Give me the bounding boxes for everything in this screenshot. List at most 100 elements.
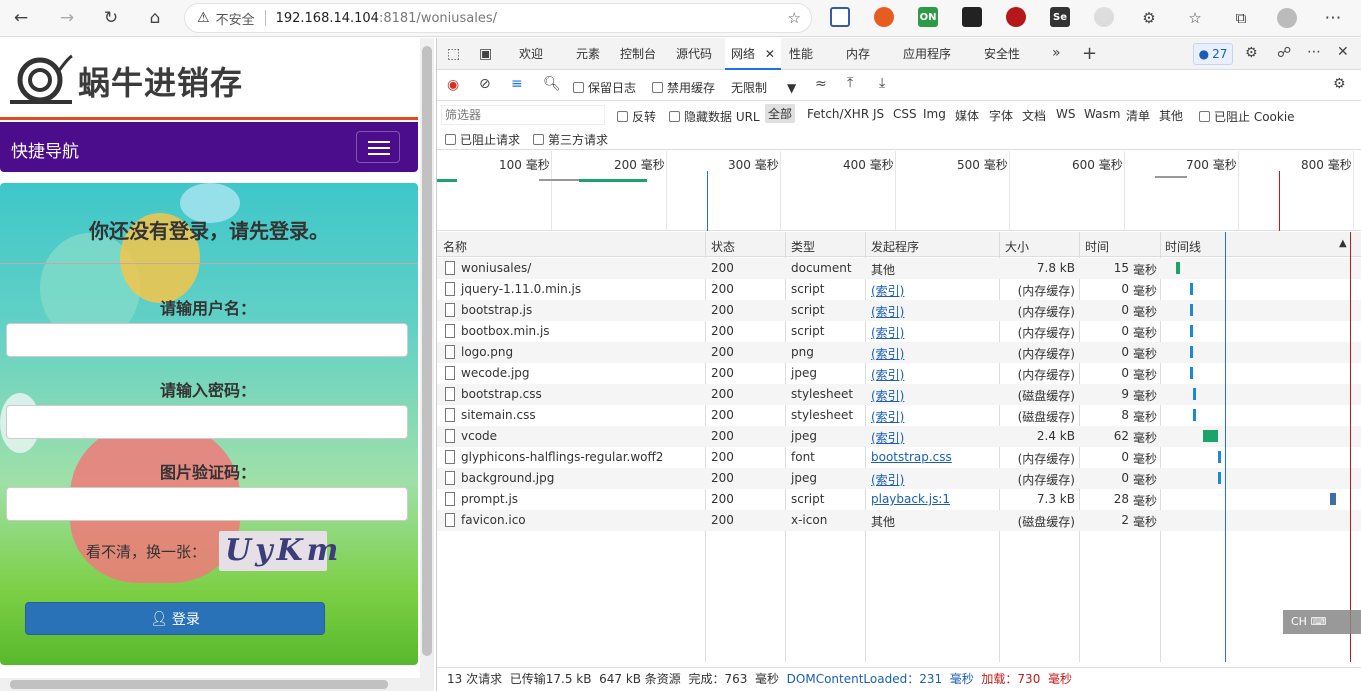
username-input[interactable] — [6, 323, 408, 357]
issues-badge[interactable]: ● 27 — [1193, 43, 1233, 65]
user-flow-icon[interactable]: ☍ — [1277, 45, 1291, 61]
filter-type-all[interactable]: 全部 — [765, 104, 796, 123]
tab-console[interactable]: 控制台 — [620, 38, 656, 70]
waterfall-bar[interactable] — [1218, 472, 1222, 484]
password-input[interactable] — [6, 405, 408, 439]
filter-type-manifest[interactable]: 清单 — [1126, 107, 1150, 124]
column-initiator[interactable]: 发起程序 — [871, 238, 919, 255]
table-row[interactable]: woniusales/200 document 其他 7.8 kB 15 毫秒 — [437, 258, 1361, 279]
blocked-cookies-checkbox[interactable]: 已阻止 Cookie — [1199, 108, 1295, 125]
tab-memory[interactable]: 内存 — [846, 38, 870, 70]
record-stop-icon[interactable]: ◉ — [447, 77, 459, 93]
column-time[interactable]: 时间 — [1085, 238, 1109, 255]
column-waterfall[interactable]: 时间线 — [1165, 238, 1201, 255]
security-label[interactable]: 不安全 — [216, 9, 255, 28]
waterfall-bar[interactable] — [1192, 388, 1197, 400]
tab-sources[interactable]: 源代码 — [676, 38, 712, 70]
network-overview[interactable]: 100 毫秒 200 毫秒 300 毫秒 400 毫秒 500 毫秒 600 毫… — [437, 151, 1361, 231]
filter-input[interactable]: 筛选器 — [441, 105, 605, 125]
tab-welcome[interactable]: 欢迎 — [519, 38, 543, 70]
tab-network[interactable]: 网络 ✕ — [725, 38, 781, 70]
collections-icon[interactable]: ⧉ — [1228, 5, 1254, 31]
table-row[interactable]: bootbox.min.js 200 script (索引) (内存缓存) 0 毫秒 — [437, 321, 1361, 342]
fox-extension-icon[interactable] — [874, 7, 894, 27]
preserve-log-checkbox[interactable]: 保留日志 — [573, 79, 636, 96]
page-horizontal-scrollbar[interactable] — [0, 678, 434, 691]
tab-security[interactable]: 安全性 — [984, 38, 1020, 70]
request-initiator[interactable]: (索引) — [871, 471, 904, 488]
more-tabs-icon[interactable]: » — [1052, 45, 1061, 61]
import-har-icon[interactable]: ⤒ — [847, 75, 853, 91]
tab-elements[interactable]: 元素 — [576, 38, 600, 70]
home-icon[interactable]: ⌂ — [142, 5, 168, 31]
export-har-icon[interactable]: ⤓ — [879, 75, 885, 91]
sort-ascending-icon[interactable]: ▲ — [1339, 238, 1347, 249]
filter-type-doc[interactable]: 文档 — [1022, 107, 1046, 124]
more-options-icon[interactable]: ⋯ — [1307, 44, 1321, 60]
close-tab-icon[interactable]: ✕ — [765, 47, 775, 61]
back-arrow-icon[interactable]: ← — [8, 5, 34, 31]
table-row[interactable]: background.jpg 200 jpeg (索引) (内存缓存) 0 毫秒 — [437, 468, 1361, 489]
filter-type-js[interactable]: JS — [873, 107, 884, 121]
invert-checkbox[interactable]: 反转 — [617, 108, 656, 125]
ime-language-indicator[interactable]: CH ⌨ — [1283, 610, 1361, 634]
ublock-extension-icon[interactable] — [1006, 7, 1026, 27]
network-settings-gear-icon[interactable]: ⚙ — [1333, 76, 1346, 92]
filter-type-media[interactable]: 媒体 — [955, 107, 979, 124]
filter-type-css[interactable]: CSS — [893, 107, 917, 121]
clear-icon[interactable]: ⊘ — [479, 76, 491, 92]
more-menu-icon[interactable]: ⋯ — [1320, 5, 1346, 31]
table-row[interactable]: bootstrap.css 200 stylesheet (索引) (磁盘缓存) 9 毫秒 — [437, 384, 1361, 405]
request-initiator[interactable]: playback.js:1 — [871, 492, 950, 506]
favorite-star-icon[interactable]: ☆ — [788, 9, 801, 27]
request-initiator[interactable]: (索引) — [871, 345, 904, 362]
request-initiator[interactable]: (索引) — [871, 303, 904, 320]
on-extension-icon[interactable]: ON — [918, 7, 938, 27]
profile-avatar-icon[interactable] — [1274, 5, 1300, 31]
selenium-extension-icon[interactable]: Se — [1050, 7, 1070, 27]
nav-title[interactable]: 快捷导航 — [11, 137, 79, 162]
compass-extension-icon[interactable] — [1094, 7, 1114, 27]
favorites-icon[interactable]: ☆ — [1182, 5, 1208, 31]
table-row[interactable]: glyphicons-halflings-regular.woff2 200 fon… — [437, 447, 1361, 468]
filter-type-wasm[interactable]: Wasm — [1084, 107, 1120, 121]
table-row[interactable]: vcode 200 jpeg (索引) 2.4 kB 62 毫秒 — [437, 426, 1361, 447]
tab-performance[interactable]: 性能 — [789, 38, 813, 70]
page-hscroll-thumb[interactable] — [10, 680, 388, 689]
address-bar[interactable]: ⚠ 不安全 192.168.14.104:8181/woniusales/ ☆ — [184, 3, 812, 33]
request-initiator[interactable]: (索引) — [871, 324, 904, 341]
filter-type-other[interactable]: 其他 — [1159, 107, 1183, 124]
column-status[interactable]: 状态 — [711, 238, 735, 255]
page-vertical-scrollbar[interactable] — [420, 38, 434, 678]
request-initiator[interactable]: (索引) — [871, 429, 904, 446]
filter-type-xhr[interactable]: Fetch/XHR — [807, 107, 869, 121]
search-icon[interactable]: 🔍︎ — [543, 76, 561, 92]
request-initiator[interactable]: bootstrap.css — [871, 450, 952, 464]
device-emulation-icon[interactable]: ▣ — [479, 46, 492, 62]
table-row[interactable]: favicon.ico 200 x-icon 其他 (磁盘缓存) 2 毫秒 — [437, 510, 1361, 531]
blocked-requests-checkbox[interactable]: 已阻止请求 — [445, 131, 520, 148]
filter-type-font[interactable]: 字体 — [989, 107, 1013, 124]
table-row[interactable]: wecode.jpg 200 jpeg (索引) (内存缓存) 0 毫秒 — [437, 363, 1361, 384]
throttling-select[interactable]: 无限制 ▼ — [731, 79, 796, 96]
waterfall-bar[interactable] — [1189, 304, 1193, 316]
add-tab-icon[interactable]: + — [1082, 43, 1097, 64]
reload-icon[interactable]: ↻ — [98, 5, 124, 31]
filter-type-img[interactable]: Img — [923, 107, 946, 121]
settings-gear-icon[interactable]: ⚙ — [1245, 45, 1258, 61]
close-devtools-icon[interactable]: ✕ — [1337, 44, 1349, 60]
tab-application[interactable]: 应用程序 — [903, 38, 951, 70]
filter-funnel-icon[interactable]: ≡ — [511, 76, 523, 92]
hamburger-menu-icon[interactable] — [356, 131, 400, 163]
table-row[interactable]: sitemain.css 200 stylesheet (索引) (磁盘缓存) 8 毫秒 — [437, 405, 1361, 426]
waterfall-bar[interactable] — [1203, 430, 1219, 442]
column-name[interactable]: 名称 — [443, 238, 467, 255]
hide-data-url-checkbox[interactable]: 隐藏数据 URL — [669, 108, 760, 125]
captcha-input[interactable] — [6, 487, 408, 521]
page-scroll-thumb[interactable] — [422, 46, 432, 656]
waterfall-bar[interactable] — [1189, 325, 1193, 337]
request-initiator[interactable]: (索引) — [871, 387, 904, 404]
waterfall-bar[interactable] — [1189, 283, 1193, 295]
column-type[interactable]: 类型 — [791, 238, 815, 255]
third-party-checkbox[interactable]: 第三方请求 — [533, 131, 608, 148]
